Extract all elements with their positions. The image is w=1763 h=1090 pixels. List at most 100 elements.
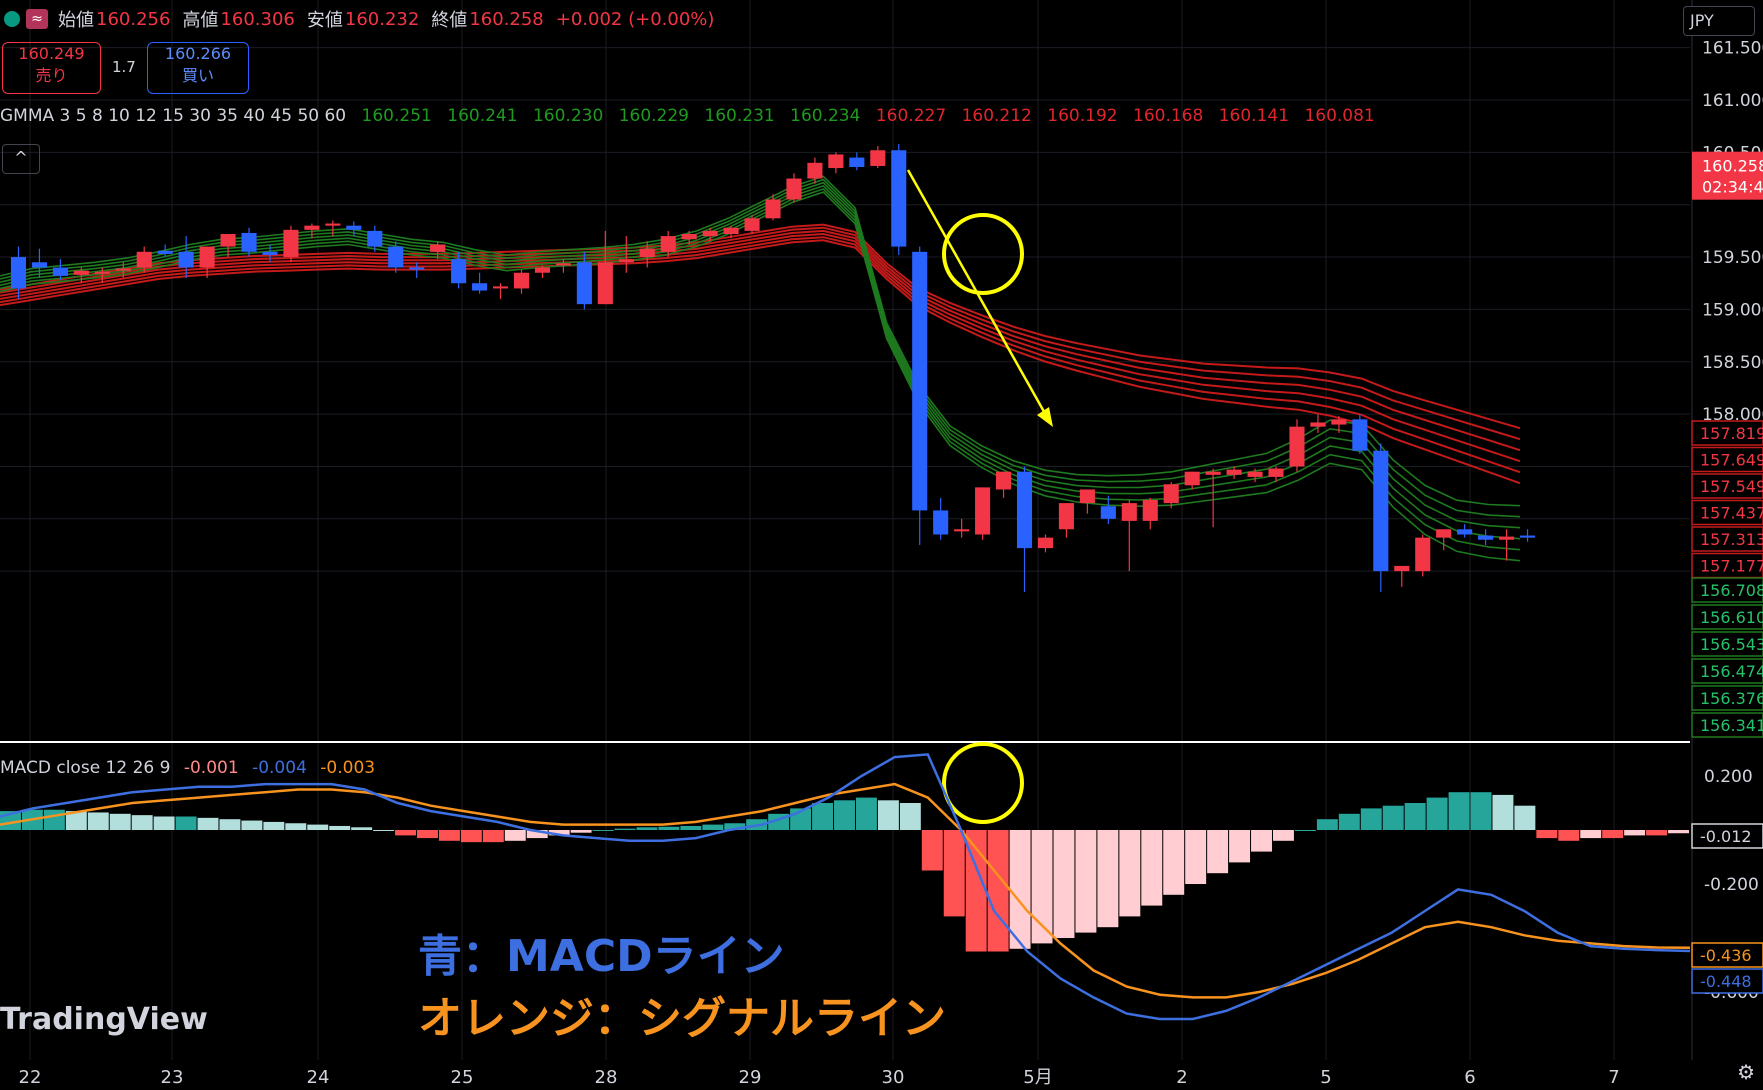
- macd-line-value: -0.004: [252, 758, 307, 778]
- candle-body: [513, 272, 530, 289]
- macd-name: MACD close 12 26 9: [0, 758, 171, 778]
- candle-body: [702, 230, 718, 237]
- candle-body: [199, 246, 215, 268]
- candle-body: [849, 157, 865, 168]
- annotation-macd-line: 青：MACDライン: [418, 931, 785, 982]
- open-value: 160.256: [96, 8, 171, 30]
- macd-histogram-bar: [899, 803, 921, 830]
- gmma-long-tag-label: 157.649: [1700, 451, 1763, 470]
- gmma-long-tag-label: 157.819: [1700, 424, 1763, 443]
- candle-body: [1499, 536, 1515, 540]
- macd-histogram-bar: [1470, 792, 1492, 830]
- gmma-long-tag-label: 157.177: [1700, 557, 1763, 576]
- candle-body: [10, 257, 27, 289]
- candle-body: [1142, 499, 1158, 521]
- candle-body: [1163, 484, 1179, 504]
- macd-histogram-bar: [504, 830, 526, 841]
- gmma-legend[interactable]: GMMA 3 5 8 10 12 15 30 35 40 45 50 60 16…: [0, 106, 1385, 126]
- chart-stage[interactable]: 161.500161.000160.500159.500159.000158.5…: [0, 0, 1763, 1090]
- gear-icon[interactable]: ⚙: [1737, 1060, 1755, 1084]
- macd-legend[interactable]: MACD close 12 26 9 -0.001 -0.004 -0.003: [0, 758, 383, 778]
- close-value: 160.258: [469, 8, 544, 30]
- candle-body: [1247, 471, 1263, 477]
- candle-body: [1331, 419, 1347, 425]
- macd-histogram-bar: [1141, 830, 1163, 906]
- macd-histogram-bar: [570, 830, 592, 833]
- currency-selector[interactable]: JPY: [1683, 6, 1755, 36]
- macd-signal-value: -0.003: [320, 758, 376, 778]
- macd-histogram-bar: [417, 830, 438, 839]
- macd-histogram-bar: [834, 800, 855, 830]
- market-status-icon: [4, 11, 20, 27]
- candle-body: [660, 236, 676, 252]
- highlight-circle-macd: [942, 742, 1024, 824]
- candle-body: [576, 262, 592, 305]
- collapse-legend-button[interactable]: ^: [2, 144, 40, 174]
- x-tick-label: 29: [739, 1067, 762, 1088]
- gmma-name: GMMA 3 5 8 10 12 15 30 35 40 45 50 60: [0, 106, 347, 126]
- macd-histogram-bar: [241, 820, 263, 830]
- candle-body: [1268, 468, 1284, 477]
- candle-body: [283, 229, 299, 258]
- candle-body: [828, 154, 844, 169]
- candle-body: [157, 250, 173, 254]
- candle-body: [262, 251, 278, 255]
- buy-label: 買い: [181, 66, 214, 85]
- macd-histogram-bar: [395, 830, 417, 836]
- macd-histogram-bar: [175, 816, 197, 830]
- macd-histogram-bar: [1668, 830, 1689, 834]
- chart-svg[interactable]: 161.500161.000160.500159.500159.000158.5…: [0, 0, 1763, 1090]
- candle-body: [723, 227, 739, 235]
- candle-body: [534, 267, 550, 273]
- macd-histogram-bar: [1558, 830, 1580, 841]
- current-price-value: 160.258: [1702, 157, 1763, 176]
- candle-body: [1058, 503, 1074, 530]
- candle-body: [1457, 529, 1473, 535]
- macd-histogram-bar: [329, 825, 351, 830]
- macd-histogram-bar: [1119, 830, 1141, 917]
- gmma-short-tag-label: 156.474: [1700, 662, 1763, 681]
- macd-histogram-bar: [153, 816, 175, 830]
- macd-histogram-bar: [812, 803, 834, 830]
- tradingview-logo: TradingView: [0, 1002, 208, 1037]
- gmma-short-tag-label: 156.610: [1700, 608, 1763, 627]
- candle-body: [639, 248, 655, 258]
- gmma-short-value: 160.229: [618, 106, 689, 126]
- macd-histogram-bar: [109, 813, 131, 830]
- candle-body: [744, 218, 760, 231]
- spread-value: 1.7: [112, 58, 136, 76]
- macd-histogram-bar: [1185, 830, 1207, 884]
- macd-histogram-bar: [1207, 830, 1229, 874]
- macd-histogram-bar: [614, 828, 636, 830]
- x-tick-label: 24: [307, 1067, 330, 1088]
- macd-histogram-bar: [1624, 830, 1646, 836]
- wave-icon[interactable]: ≈: [26, 9, 48, 29]
- candle-body: [975, 487, 991, 535]
- candle-body: [1121, 503, 1137, 521]
- macd-histogram-bar: [855, 797, 877, 830]
- candle-body: [1436, 529, 1452, 538]
- candle-body: [31, 262, 47, 268]
- candle-body: [304, 225, 320, 230]
- macd-histogram-bar: [460, 830, 482, 843]
- macd-histogram-bar: [592, 830, 614, 831]
- macd-histogram-bar: [1580, 830, 1602, 839]
- macd-histogram-bar: [877, 800, 899, 830]
- low-value: 160.232: [344, 8, 420, 30]
- gmma-long-value: 160.168: [1133, 106, 1204, 126]
- sell-button[interactable]: 160.249 売り: [2, 42, 101, 94]
- candle-body: [115, 268, 131, 271]
- macd-histogram-bar: [1338, 813, 1360, 830]
- gmma-line: [0, 229, 1521, 452]
- candle-body: [388, 246, 404, 268]
- close-label: 終値: [431, 10, 468, 31]
- candle-body: [618, 259, 634, 263]
- macd-histogram-bar: [658, 826, 680, 830]
- buy-button[interactable]: 160.266 買い: [147, 42, 249, 94]
- gmma-short-value: 160.241: [447, 106, 518, 126]
- gmma-short-tag-label: 156.376: [1700, 689, 1763, 708]
- macd-histogram-bar: [1602, 830, 1624, 839]
- candle-body: [472, 283, 488, 291]
- gmma-short-value: 160.231: [704, 106, 775, 126]
- macd-histogram-bar: [1229, 830, 1251, 863]
